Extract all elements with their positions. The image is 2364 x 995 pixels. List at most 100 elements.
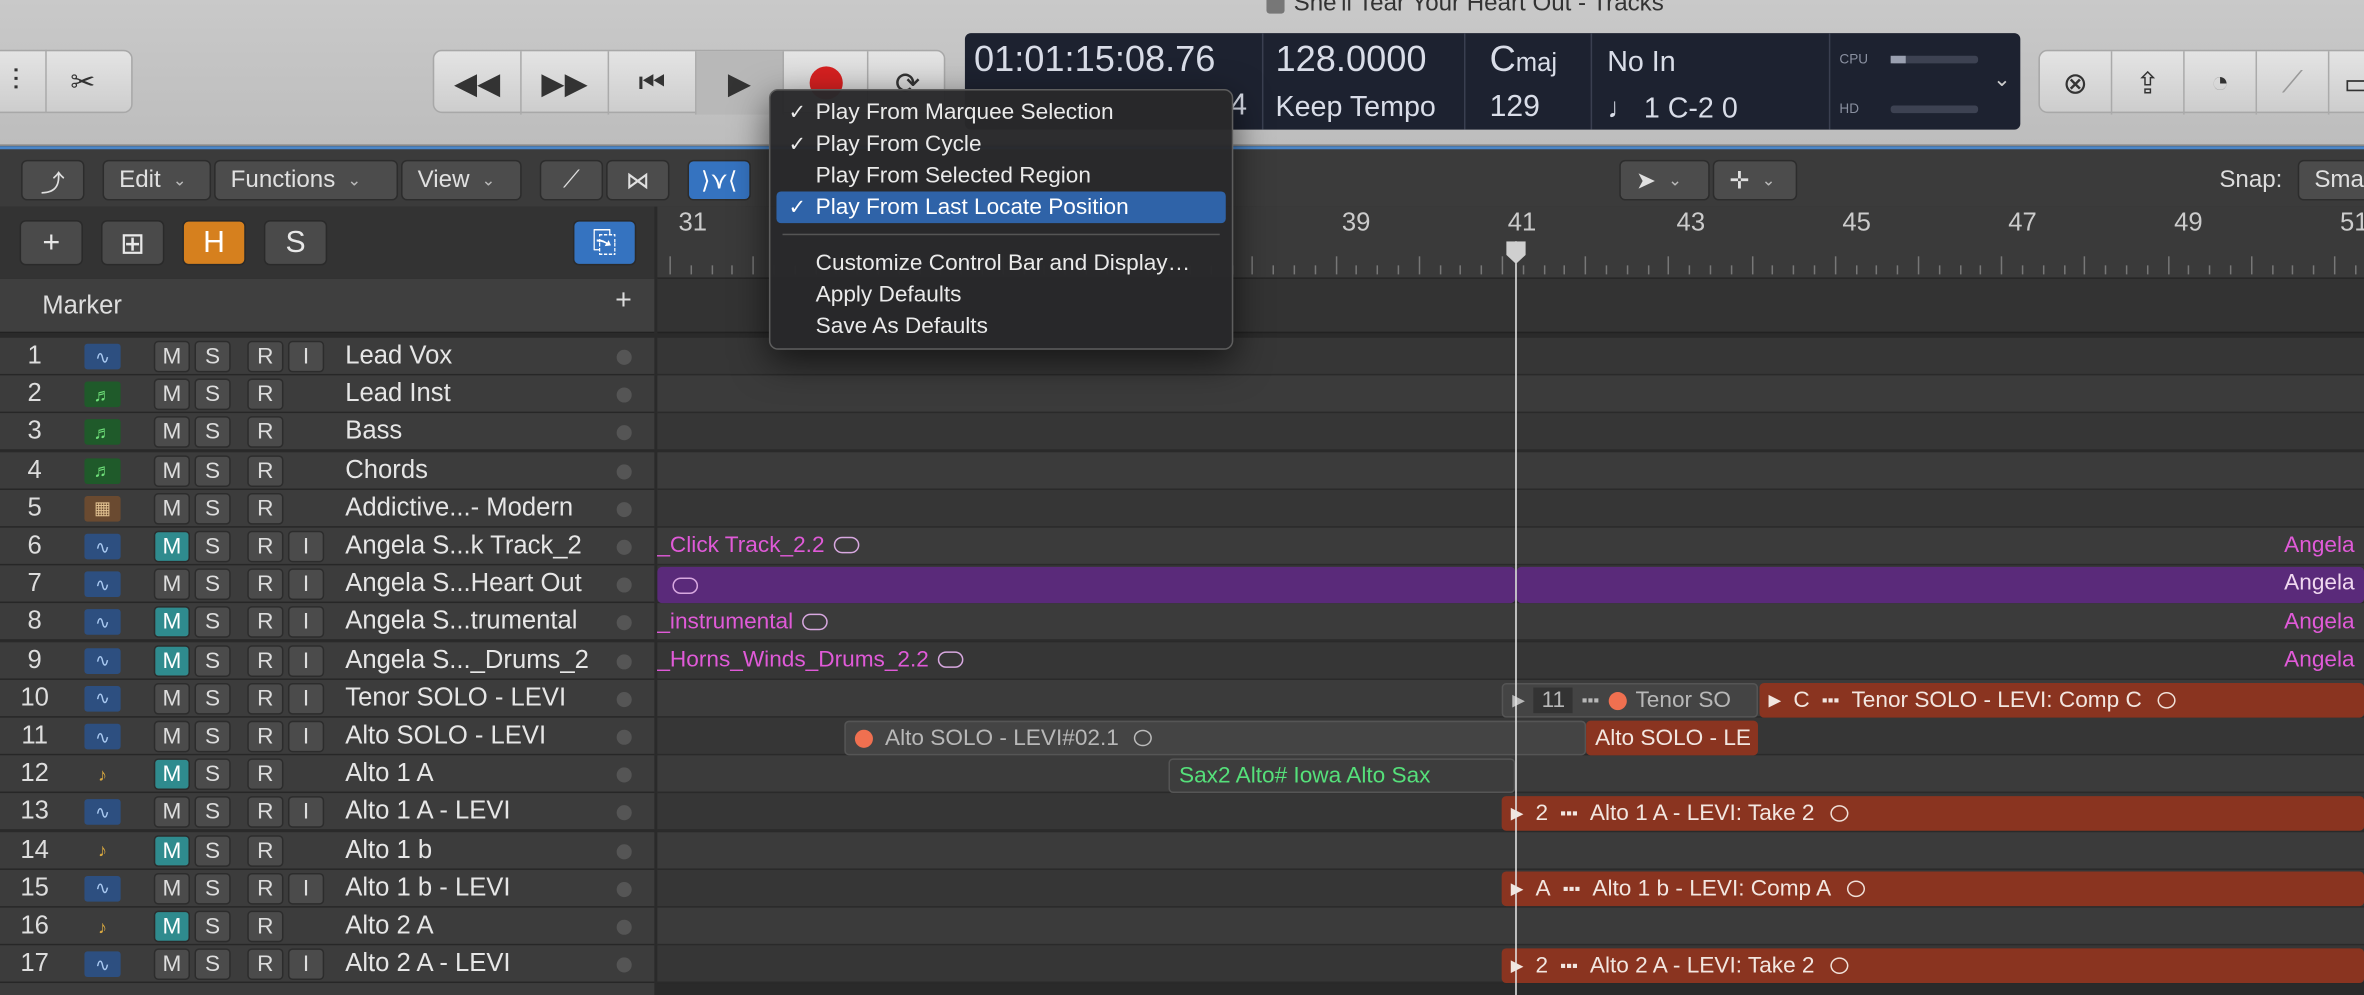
record-enable-button[interactable]: R: [247, 758, 284, 791]
input-monitor-button[interactable]: I: [287, 682, 325, 715]
input-monitor-button[interactable]: I: [287, 948, 325, 981]
input-monitor-button[interactable]: I: [287, 530, 325, 563]
solo-button[interactable]: S: [194, 834, 231, 867]
track-lane[interactable]: [657, 375, 2364, 414]
mixer-sliders-icon[interactable]: ⫶: [0, 49, 47, 114]
view-menu[interactable]: View ⌄: [401, 159, 522, 201]
solo-button[interactable]: S: [194, 910, 231, 943]
region-horns-winds-drums[interactable]: _Horns_Winds_Drums_2.2: [657, 647, 964, 672]
region-alto-solo[interactable]: Alto SOLO - LE: [1586, 720, 1758, 756]
record-enable-button[interactable]: R: [247, 568, 284, 601]
track-header-row[interactable]: 7 ∿ M S R I Angela S...Heart Out: [0, 565, 655, 604]
record-enable-button[interactable]: R: [247, 454, 284, 487]
solo-button[interactable]: S: [194, 492, 231, 525]
region-alto1a-take2[interactable]: ▶ 2 ▪▪▪ Alto 1 A - LEVI: Take 2: [1501, 796, 2364, 831]
mute-button[interactable]: M: [153, 530, 190, 563]
record-enable-button[interactable]: R: [247, 796, 284, 829]
track-header-row[interactable]: 6 ∿ M S R I Angela S...k Track_2: [0, 527, 655, 566]
mute-button[interactable]: M: [153, 796, 190, 829]
menu-item-play-from-cycle[interactable]: ✓ Play From Cycle: [776, 128, 1225, 160]
region-click-track[interactable]: _Click Track_2.2: [657, 532, 860, 558]
region-sax2-alto[interactable]: Sax2 Alto# Iowa Alto Sax: [1168, 758, 1516, 794]
catch-content-icon[interactable]: ⎘: [572, 220, 637, 266]
track-header-row[interactable]: 17 ∿ M S R I Alto 2 A - LEVI: [0, 945, 655, 984]
region-instrumental[interactable]: _instrumental: [657, 609, 828, 635]
crosshair-tool-menu[interactable]: ✛ ⌄: [1712, 159, 1798, 201]
input-monitor-button[interactable]: I: [287, 606, 325, 639]
mute-button[interactable]: M: [153, 644, 190, 677]
solo-button[interactable]: S: [194, 758, 231, 791]
region-angela-6[interactable]: Angela: [2284, 532, 2354, 558]
pointer-tool-menu[interactable]: ➤ ⌄: [1619, 159, 1710, 201]
region-purple-7[interactable]: [657, 566, 1516, 604]
mute-button[interactable]: M: [153, 568, 190, 601]
mute-button[interactable]: M: [153, 758, 190, 791]
bounce-icon[interactable]: ⇪: [2112, 51, 2185, 115]
automation-icon[interactable]: ⟋: [539, 159, 604, 201]
mute-button[interactable]: M: [153, 606, 190, 639]
note-pad-icon[interactable]: ▭: [2329, 51, 2364, 114]
record-enable-button[interactable]: R: [247, 492, 284, 525]
add-marker-button[interactable]: +: [615, 285, 632, 318]
input-monitor-button[interactable]: I: [287, 568, 325, 601]
solo-button[interactable]: S: [194, 530, 231, 563]
mute-button[interactable]: M: [153, 378, 190, 411]
mute-button[interactable]: M: [153, 682, 190, 715]
solo-button[interactable]: S: [194, 416, 231, 449]
input-monitor-button[interactable]: I: [287, 720, 325, 753]
track-lane[interactable]: [657, 489, 2364, 528]
track-header-row[interactable]: 15 ∿ M S R I Alto 1 b - LEVI: [0, 869, 655, 908]
record-enable-button[interactable]: R: [247, 682, 284, 715]
region-alto1b-comp[interactable]: ▶ A ▪▪▪ Alto 1 b - LEVI: Comp A: [1501, 871, 2364, 907]
track-lane[interactable]: [657, 527, 2364, 566]
track-lane[interactable]: [657, 603, 2364, 642]
track-lane[interactable]: [657, 413, 2364, 452]
lcd-menu-chevron-icon[interactable]: ⌄: [1993, 66, 2011, 92]
record-enable-button[interactable]: R: [247, 530, 284, 563]
mute-button[interactable]: M: [153, 948, 190, 981]
track-header-row[interactable]: 14 ♪ M S R Alto 1 b: [0, 831, 655, 870]
track-header-row[interactable]: 13 ∿ M S R I Alto 1 A - LEVI: [0, 793, 655, 832]
record-enable-button[interactable]: R: [247, 340, 284, 373]
mute-button[interactable]: M: [153, 340, 190, 373]
track-header-row[interactable]: 1 ∿ M S R I Lead Vox: [0, 337, 655, 376]
hierarchy-up-icon[interactable]: ⤴: [21, 159, 85, 201]
go-to-beginning-icon[interactable]: ⏮: [609, 51, 697, 115]
playhead[interactable]: [1515, 241, 1517, 995]
menu-item-customize-control-bar[interactable]: Customize Control Bar and Display…: [776, 247, 1225, 279]
mute-button[interactable]: M: [153, 720, 190, 753]
solo-button[interactable]: S: [194, 606, 231, 639]
solo-button[interactable]: S: [194, 872, 231, 905]
global-solo-button[interactable]: S: [263, 220, 328, 266]
mute-button[interactable]: M: [153, 454, 190, 487]
mute-button[interactable]: M: [153, 872, 190, 905]
record-enable-button[interactable]: R: [247, 720, 284, 753]
solo-button[interactable]: S: [194, 948, 231, 981]
solo-button[interactable]: S: [194, 682, 231, 715]
snap-menu[interactable]: Sma: [2297, 159, 2364, 201]
record-enable-button[interactable]: R: [247, 378, 284, 411]
region-angela-8[interactable]: Angela: [2284, 609, 2354, 635]
input-monitor-button[interactable]: I: [287, 796, 325, 829]
track-header-row[interactable]: 10 ∿ M S R I Tenor SOLO - LEVI: [0, 679, 655, 718]
solo-button[interactable]: S: [194, 644, 231, 677]
region-tenor-solo-a[interactable]: ▶ 11 ▪▪▪ Tenor SO: [1501, 682, 1758, 718]
track-header-row[interactable]: 4 ♬ M S R Chords: [0, 451, 655, 490]
track-header-row[interactable]: 3 ♬ M S R Bass: [0, 413, 655, 452]
duplicate-track-icon[interactable]: ⊞: [101, 220, 165, 266]
track-header-row[interactable]: 16 ♪ M S R Alto 2 A: [0, 907, 655, 946]
solo-button[interactable]: S: [194, 378, 231, 411]
tuner-icon[interactable]: ⟋: [2257, 51, 2330, 115]
flex-icon[interactable]: ⋈: [606, 159, 670, 201]
hide-button[interactable]: H: [182, 220, 246, 266]
region-angela-9[interactable]: Angela: [2284, 647, 2354, 673]
solo-button[interactable]: S: [194, 454, 231, 487]
record-enable-button[interactable]: R: [247, 834, 284, 867]
solo-button[interactable]: S: [194, 796, 231, 829]
track-header-row[interactable]: 8 ∿ M S R I Angela S...trumental: [0, 603, 655, 642]
region-alto2a-take2[interactable]: ▶ 2 ▪▪▪ Alto 2 A - LEVI: Take 2: [1501, 948, 2364, 984]
mute-button[interactable]: M: [153, 492, 190, 525]
solo-button[interactable]: S: [194, 720, 231, 753]
speedometer-icon[interactable]: ◔: [2185, 51, 2258, 115]
menu-item-play-from-last-locate[interactable]: ✓ Play From Last Locate Position: [776, 191, 1226, 224]
